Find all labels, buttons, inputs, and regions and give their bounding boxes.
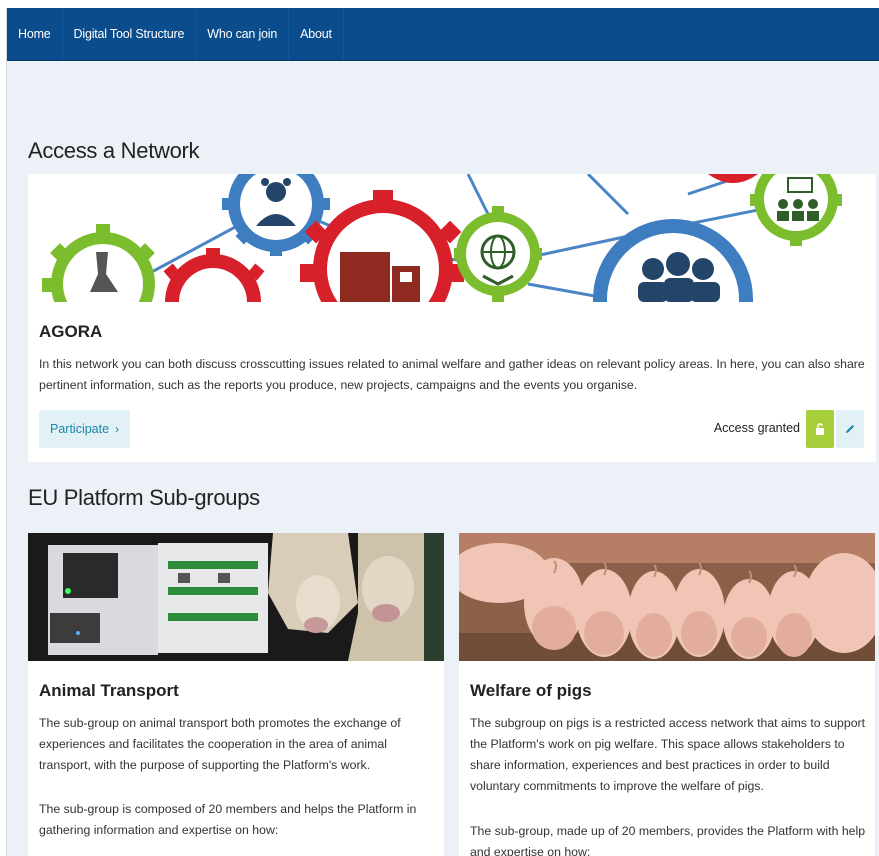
agora-description: In this network you can both discuss cro…	[39, 357, 865, 392]
nav-item-home[interactable]: Home	[7, 8, 63, 60]
agora-card: AGORA In this network you can both discu…	[28, 174, 876, 462]
pencil-icon	[846, 425, 854, 433]
animal-transport-paragraph-2: The sub-group is composed of 20 members …	[39, 802, 417, 837]
nav-item-digital-tool-structure[interactable]: Digital Tool Structure	[63, 8, 197, 60]
page-frame: Home Digital Tool Structure Who can join…	[6, 8, 879, 856]
agora-banner-image	[28, 174, 876, 302]
access-lock-badge	[806, 410, 834, 448]
subgroup-card-welfare-of-pigs: Welfare of pigs The subgroup on pigs is …	[459, 533, 875, 856]
welfare-of-pigs-paragraph-2: The sub-group, made up of 20 members, pr…	[470, 824, 866, 856]
welfare-of-pigs-paragraph-1: The subgroup on pigs is a restricted acc…	[470, 716, 866, 793]
agora-title: AGORA	[39, 322, 103, 341]
network-gears-illustration	[28, 174, 876, 302]
edit-button[interactable]	[836, 410, 864, 448]
top-navbar: Home Digital Tool Structure Who can join…	[7, 8, 879, 61]
welfare-of-pigs-title: Welfare of pigs	[470, 681, 592, 700]
nav-item-who-can-join[interactable]: Who can join	[196, 8, 290, 60]
participate-label: Participate	[50, 422, 110, 436]
cattle-truck-photo	[28, 533, 444, 661]
chevron-right-icon: ›	[115, 422, 120, 436]
animal-transport-image	[28, 533, 444, 661]
access-status-label: Access granted	[713, 421, 800, 435]
section-title-subgroups: EU Platform Sub-groups	[28, 485, 260, 510]
animal-transport-paragraph-1: The sub-group on animal transport both p…	[39, 716, 401, 772]
section-title-network: Access a Network	[28, 138, 200, 163]
welfare-of-pigs-image	[459, 533, 875, 661]
participate-button[interactable]: Participate ›	[39, 410, 131, 448]
animal-transport-title: Animal Transport	[39, 681, 179, 700]
nav-item-about[interactable]: About	[289, 8, 344, 60]
pigs-photo	[459, 533, 875, 661]
unlock-icon	[816, 423, 824, 435]
subgroup-card-animal-transport: Animal Transport The sub-group on animal…	[28, 533, 444, 856]
